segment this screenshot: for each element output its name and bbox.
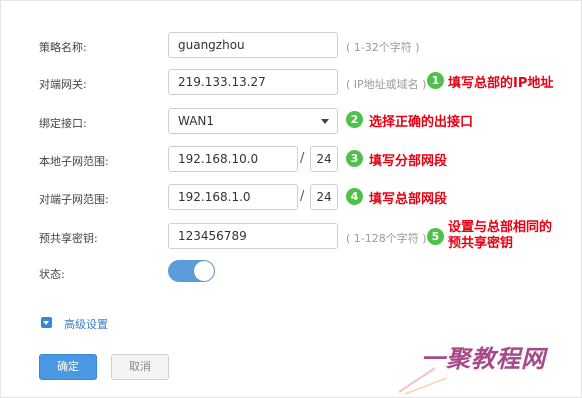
annotation-2: 选择正确的出接口 — [369, 115, 474, 130]
policy-name-label: 策略名称: — [39, 41, 87, 54]
toggle-knob — [194, 261, 214, 281]
status-label: 状态: — [39, 268, 65, 281]
peer-subnet-mask-input[interactable]: 24 — [310, 184, 338, 210]
vpn-policy-form: 策略名称: guangzhou ( 1-32个字符 ) 对端网关: 219.13… — [0, 0, 582, 398]
peer-gateway-hint: ( IP地址或域名 ) — [346, 78, 427, 91]
step-badge-1: 1 — [427, 72, 444, 89]
local-subnet-ip-input[interactable]: 192.168.10.0 — [168, 146, 298, 172]
annotation-4: 填写总部网段 — [369, 192, 448, 207]
annotation-5-line-2: 预共享密钥 — [448, 236, 514, 251]
step-badge-2: 2 — [346, 111, 363, 128]
status-toggle[interactable] — [168, 260, 215, 282]
local-subnet-mask-input[interactable]: 24 — [310, 146, 338, 172]
expand-icon[interactable] — [41, 317, 52, 328]
psk-label: 预共享密钥: — [39, 232, 98, 245]
peer-gateway-input[interactable]: 219.133.13.27 — [168, 69, 338, 95]
annotation-5: 设置与总部相同的 预共享密钥 — [448, 220, 552, 252]
local-subnet-slash: / — [300, 151, 305, 166]
ok-button[interactable]: 确定 — [39, 354, 97, 380]
annotation-5-line-1: 设置与总部相同的 — [448, 220, 553, 235]
psk-input[interactable]: 123456789 — [168, 223, 338, 249]
bind-interface-value: WAN1 — [178, 114, 215, 128]
bind-interface-select[interactable]: WAN1 — [168, 108, 338, 134]
annotation-1: 填写总部的IP地址 — [448, 76, 554, 91]
step-badge-3: 3 — [346, 150, 363, 167]
watermark-logo: 一聚教程网 — [421, 345, 546, 373]
peer-subnet-label: 对端子网范围: — [39, 193, 109, 206]
peer-subnet-slash: / — [300, 189, 305, 204]
policy-name-hint: ( 1-32个字符 ) — [346, 41, 420, 54]
cancel-button[interactable]: 取消 — [111, 354, 169, 380]
step-badge-4: 4 — [346, 188, 363, 205]
psk-hint: ( 1-128个字符 ) — [346, 232, 427, 245]
local-subnet-label: 本地子网范围: — [39, 155, 109, 168]
chevron-down-icon — [321, 119, 329, 124]
peer-subnet-ip-input[interactable]: 192.168.1.0 — [168, 184, 298, 210]
advanced-settings-link[interactable]: 高级设置 — [64, 316, 108, 332]
policy-name-input[interactable]: guangzhou — [168, 32, 338, 58]
step-badge-5: 5 — [427, 228, 444, 245]
annotation-3: 填写分部网段 — [369, 154, 448, 169]
peer-gateway-label: 对端网关: — [39, 78, 87, 91]
bind-interface-label: 绑定接口: — [39, 117, 87, 130]
